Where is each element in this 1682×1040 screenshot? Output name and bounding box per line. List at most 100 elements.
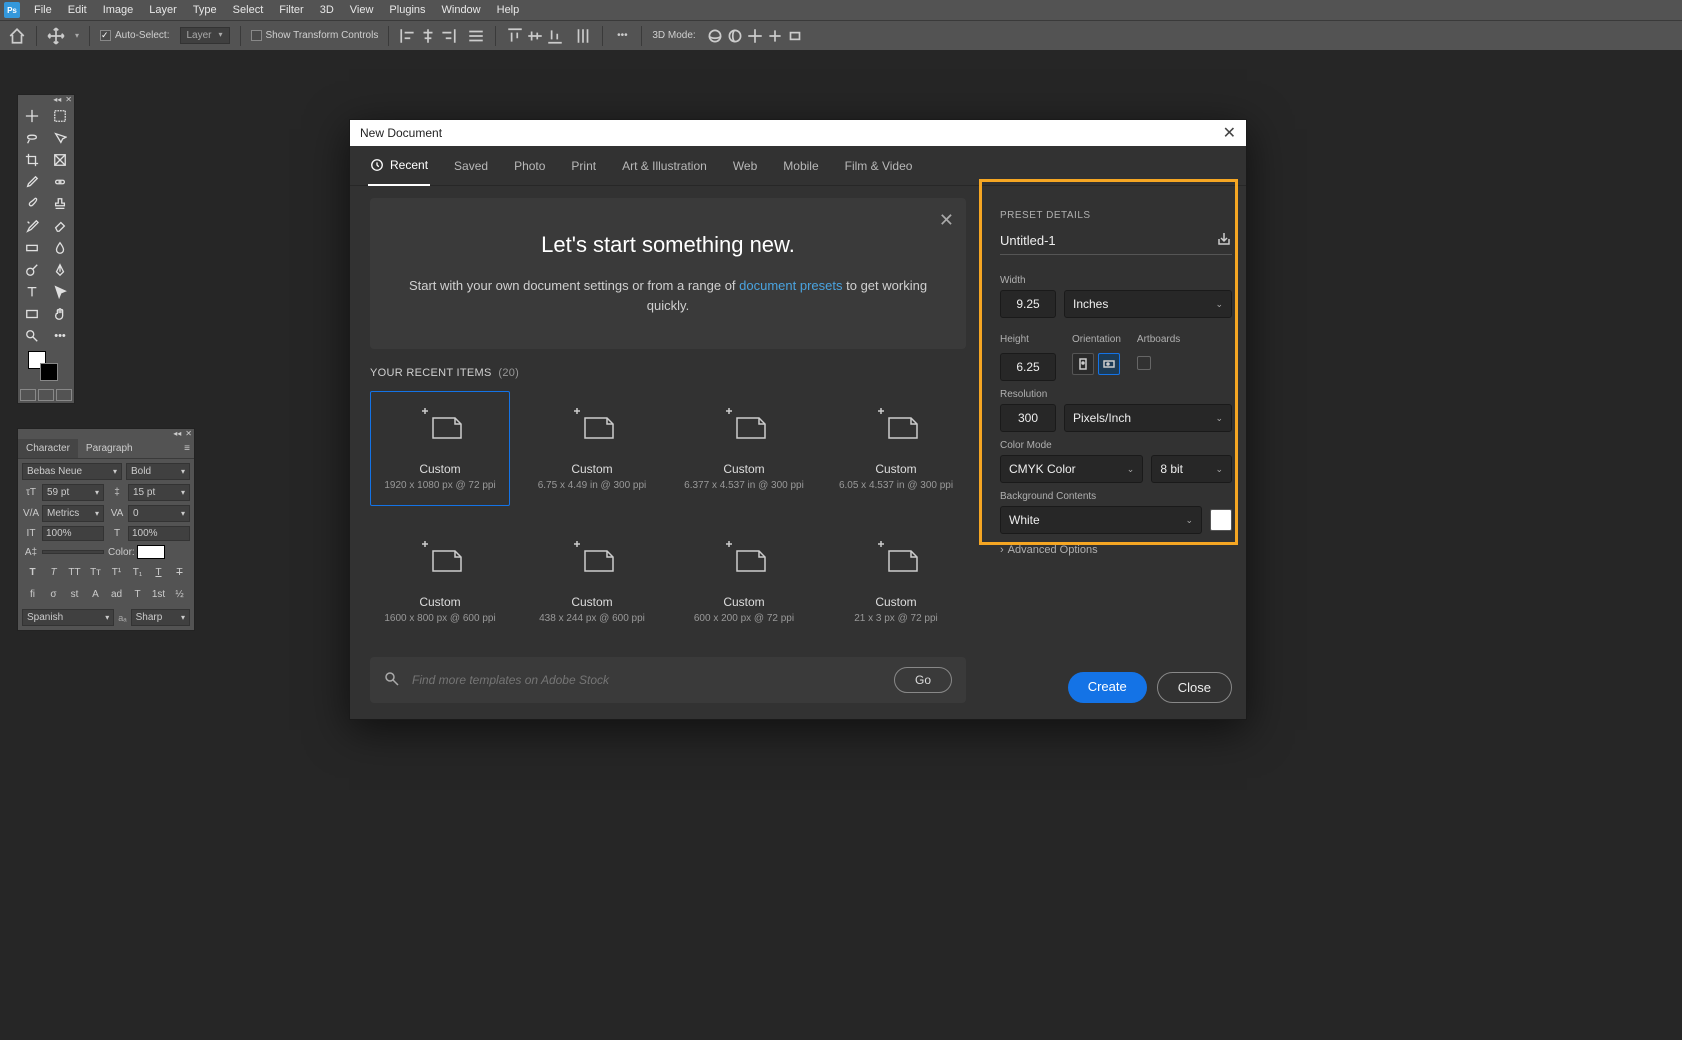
- healing-tool[interactable]: [46, 171, 74, 193]
- color-mode-dropdown[interactable]: CMYK Color⌄: [1000, 455, 1143, 483]
- background-color[interactable]: [40, 363, 58, 381]
- hero-close-icon[interactable]: ✕: [939, 210, 954, 231]
- screen-mode[interactable]: [38, 389, 54, 401]
- bg-color-swatch[interactable]: [1210, 509, 1232, 531]
- 3d-slide-icon[interactable]: [766, 27, 784, 45]
- artboards-checkbox[interactable]: [1137, 356, 1151, 370]
- allcaps-button[interactable]: TT: [64, 563, 85, 581]
- go-button[interactable]: Go: [894, 667, 952, 693]
- tab-character[interactable]: Character: [18, 439, 78, 458]
- orientation-landscape[interactable]: [1098, 353, 1120, 375]
- preset-item[interactable]: Custom6.75 x 4.49 in @ 300 ppi: [522, 391, 662, 506]
- blur-tool[interactable]: [46, 237, 74, 259]
- save-preset-icon[interactable]: [1216, 231, 1232, 250]
- font-style-dropdown[interactable]: Bold▾: [126, 463, 190, 480]
- close-button[interactable]: Close: [1157, 672, 1232, 703]
- height-input[interactable]: 6.25: [1000, 353, 1056, 381]
- menu-image[interactable]: Image: [95, 2, 142, 18]
- auto-select-checkbox[interactable]: Auto-Select:: [100, 30, 169, 41]
- bit-depth-dropdown[interactable]: 8 bit⌄: [1151, 455, 1232, 483]
- more-options-icon[interactable]: •••: [613, 27, 631, 45]
- preset-item[interactable]: Custom1600 x 800 px @ 600 ppi: [370, 524, 510, 639]
- pen-tool[interactable]: [46, 259, 74, 281]
- tab-web[interactable]: Web: [731, 147, 759, 185]
- hand-tool[interactable]: [46, 303, 74, 325]
- menu-layer[interactable]: Layer: [141, 2, 185, 18]
- document-name-input[interactable]: [1000, 233, 1210, 248]
- ordinals-button[interactable]: 1st: [148, 585, 169, 603]
- stylistic-button[interactable]: ad: [106, 585, 127, 603]
- orientation-portrait[interactable]: [1072, 353, 1094, 375]
- marquee-tool[interactable]: [46, 105, 74, 127]
- italic-button[interactable]: T: [43, 563, 64, 581]
- text-color-swatch[interactable]: [137, 545, 165, 559]
- fractions-button[interactable]: ½: [169, 585, 190, 603]
- discretionary-button[interactable]: st: [64, 585, 85, 603]
- collapse-icon[interactable]: ◂◂: [53, 95, 61, 105]
- brush-tool[interactable]: [18, 193, 46, 215]
- menu-select[interactable]: Select: [225, 2, 272, 18]
- antialias-dropdown[interactable]: Sharp▾: [131, 609, 190, 626]
- menu-help[interactable]: Help: [489, 2, 528, 18]
- 3d-orbit-icon[interactable]: [706, 27, 724, 45]
- preset-item[interactable]: Custom600 x 200 px @ 72 ppi: [674, 524, 814, 639]
- titling-button[interactable]: T: [127, 585, 148, 603]
- menu-view[interactable]: View: [342, 2, 382, 18]
- panel-menu-icon[interactable]: ≡: [180, 439, 194, 458]
- preset-item[interactable]: Custom6.377 x 4.537 in @ 300 ppi: [674, 391, 814, 506]
- font-family-dropdown[interactable]: Bebas Neue▾: [22, 463, 122, 480]
- close-icon[interactable]: ✕: [65, 95, 72, 105]
- tab-paragraph[interactable]: Paragraph: [78, 439, 141, 458]
- superscript-button[interactable]: T¹: [106, 563, 127, 581]
- baseline-input[interactable]: [42, 550, 104, 554]
- eraser-tool[interactable]: [46, 215, 74, 237]
- create-button[interactable]: Create: [1068, 672, 1147, 703]
- align-left-icon[interactable]: [399, 27, 417, 45]
- align-bottom-icon[interactable]: [546, 27, 564, 45]
- move-tool[interactable]: [18, 105, 46, 127]
- align-vcenter-icon[interactable]: [526, 27, 544, 45]
- gradient-tool[interactable]: [18, 237, 46, 259]
- width-input[interactable]: 9.25: [1000, 290, 1056, 318]
- tab-mobile[interactable]: Mobile: [781, 147, 820, 185]
- resolution-unit-dropdown[interactable]: Pixels/Inch⌄: [1064, 404, 1232, 432]
- rectangle-tool[interactable]: [18, 303, 46, 325]
- screen-mode-2[interactable]: [56, 389, 72, 401]
- distribute-icon[interactable]: [467, 27, 485, 45]
- hscale-input[interactable]: 100%: [128, 526, 190, 541]
- tab-print[interactable]: Print: [569, 147, 598, 185]
- menu-plugins[interactable]: Plugins: [381, 2, 433, 18]
- color-swatches[interactable]: [18, 347, 74, 387]
- eyedropper-tool[interactable]: [18, 171, 46, 193]
- tab-photo[interactable]: Photo: [512, 147, 547, 185]
- strike-button[interactable]: T: [169, 563, 190, 581]
- quick-mask-mode[interactable]: [20, 389, 36, 401]
- 3d-roll-icon[interactable]: [726, 27, 744, 45]
- leading-input[interactable]: 15 pt▾: [128, 484, 190, 501]
- frame-tool[interactable]: [46, 149, 74, 171]
- underline-button[interactable]: T: [148, 563, 169, 581]
- history-brush-tool[interactable]: [18, 215, 46, 237]
- preset-item[interactable]: Custom6.05 x 4.537 in @ 300 ppi: [826, 391, 966, 506]
- bold-button[interactable]: T: [22, 563, 43, 581]
- home-icon[interactable]: [8, 27, 26, 45]
- menu-file[interactable]: File: [26, 2, 60, 18]
- menu-filter[interactable]: Filter: [271, 2, 311, 18]
- menu-type[interactable]: Type: [185, 2, 225, 18]
- tab-art[interactable]: Art & Illustration: [620, 147, 709, 185]
- swash-button[interactable]: A: [85, 585, 106, 603]
- bg-contents-dropdown[interactable]: White⌄: [1000, 506, 1202, 534]
- resolution-input[interactable]: 300: [1000, 404, 1056, 432]
- tab-recent[interactable]: Recent: [368, 146, 430, 186]
- distribute-v-icon[interactable]: [574, 27, 592, 45]
- preset-item[interactable]: Custom21 x 3 px @ 72 ppi: [826, 524, 966, 639]
- edit-toolbar[interactable]: •••: [46, 325, 74, 347]
- subscript-button[interactable]: T₁: [127, 563, 148, 581]
- show-transform-checkbox[interactable]: Show Transform Controls: [251, 30, 379, 41]
- align-center-icon[interactable]: [419, 27, 437, 45]
- collapse-icon[interactable]: ◂◂: [173, 429, 181, 439]
- vscale-input[interactable]: 100%: [42, 526, 104, 541]
- font-size-input[interactable]: 59 pt▾: [42, 484, 104, 501]
- dialog-close-icon[interactable]: ✕: [1223, 123, 1236, 143]
- document-presets-link[interactable]: document presets: [739, 278, 842, 293]
